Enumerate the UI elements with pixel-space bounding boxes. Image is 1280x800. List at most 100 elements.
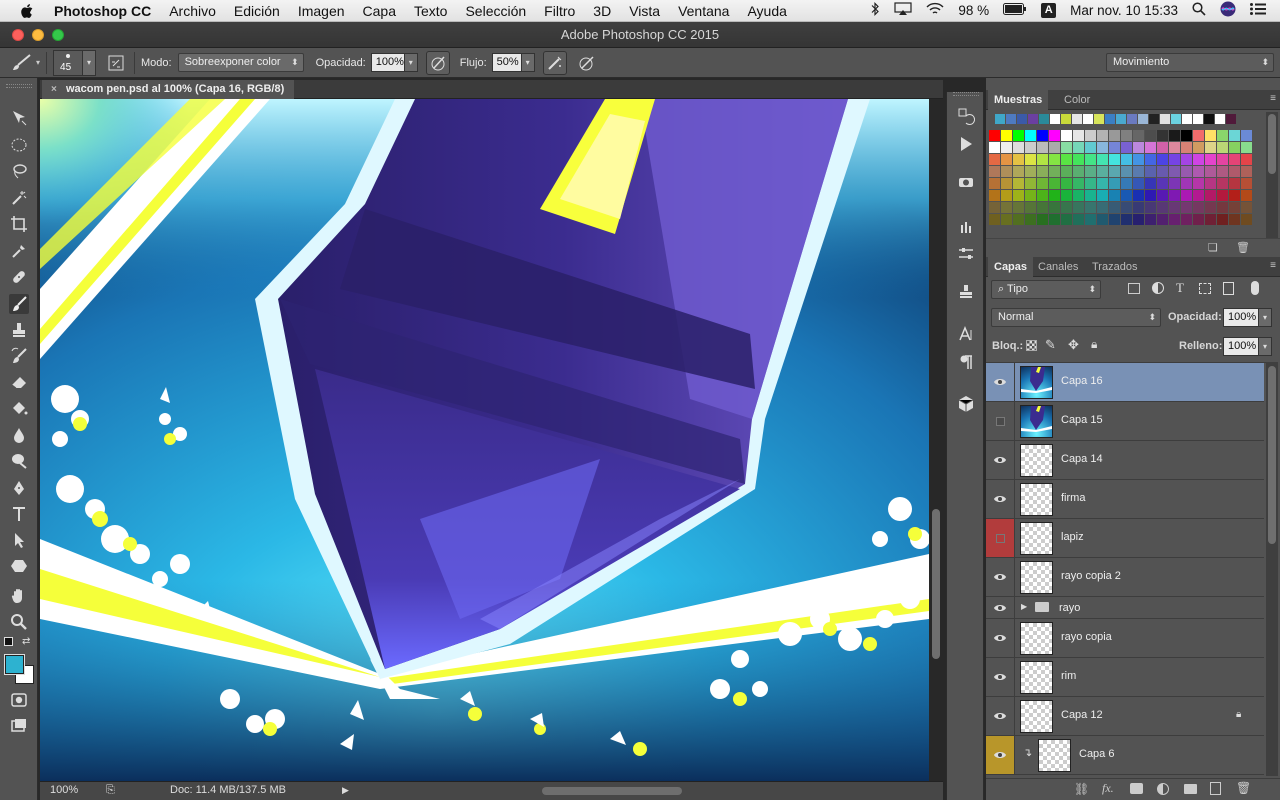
siri-icon[interactable] [1220,1,1236,20]
swatch[interactable] [1073,178,1084,189]
swatch[interactable] [1037,190,1048,201]
battery-icon[interactable] [1003,3,1027,18]
swatch[interactable] [1109,142,1120,153]
visibility-eye-icon[interactable] [986,363,1015,401]
visibility-eye-icon[interactable] [986,480,1015,518]
recent-swatch[interactable] [1028,114,1038,124]
healing-brush-tool[interactable] [9,267,29,287]
swap-colors-icon[interactable]: ⇄ [22,636,30,647]
recent-swatch[interactable] [1204,114,1214,124]
recent-swatch[interactable] [1138,114,1148,124]
swatch[interactable] [1073,166,1084,177]
zoom-window-button[interactable] [52,29,64,41]
swatch[interactable] [1013,190,1024,201]
swatch[interactable] [1241,202,1252,213]
eyedropper-tool[interactable] [9,241,29,261]
layer-style-fx-icon[interactable]: fx. [1102,781,1114,796]
swatch[interactable] [1181,214,1192,225]
swatch[interactable] [1037,154,1048,165]
lock-transparent-pixels-icon[interactable] [1026,340,1037,351]
brush-panel-toggle[interactable] [104,51,128,75]
expand-group-icon[interactable]: ▶ [1021,602,1027,611]
delete-layer-icon[interactable]: 🗑 [1236,781,1251,795]
brush-tool-preset-picker[interactable]: ▾ [10,53,40,73]
swatch[interactable] [1181,142,1192,153]
swatch[interactable] [989,142,1000,153]
blur-tool[interactable] [9,425,29,445]
quick-mask-button[interactable] [9,690,29,710]
layer-row[interactable]: Capa 14 [986,441,1264,480]
pen-tool[interactable] [9,478,29,498]
brush-size-dropdown[interactable]: ▾ [83,49,97,76]
swatch[interactable] [1025,154,1036,165]
layer-filter-dropdown[interactable]: ⌕ Tipo [991,280,1101,299]
swatch[interactable] [1025,166,1036,177]
swatch[interactable] [1085,190,1096,201]
layer-row[interactable]: rim [986,658,1264,697]
swatch[interactable] [1109,190,1120,201]
doc-size-info[interactable]: Doc: 11.4 MB/137.5 MB [170,784,286,796]
visibility-off-box[interactable] [986,402,1015,440]
swatch[interactable] [1145,190,1156,201]
swatch[interactable] [1013,214,1024,225]
swatch[interactable] [1013,142,1024,153]
swatch[interactable] [1193,166,1204,177]
swatch[interactable] [1181,166,1192,177]
swatch[interactable] [1205,166,1216,177]
visibility-eye-icon[interactable] [986,736,1015,774]
marquee-tool[interactable] [9,135,29,155]
swatch[interactable] [1049,154,1060,165]
lock-image-pixels-icon[interactable]: ✎ [1045,337,1056,353]
filter-adjustment-icon[interactable] [1152,282,1164,294]
swatch[interactable] [1169,142,1180,153]
swatch[interactable] [1133,178,1144,189]
layer-opacity-slider-toggle[interactable]: ▾ [1259,308,1272,327]
shape-tool[interactable] [9,556,29,576]
hand-tool[interactable] [9,586,29,606]
swatch[interactable] [1133,154,1144,165]
swatch[interactable] [1193,142,1204,153]
adjustments-icon[interactable] [956,244,976,264]
swatch[interactable] [1085,154,1096,165]
swatch[interactable] [1061,154,1072,165]
swatch[interactable] [1169,214,1180,225]
pressure-size-button[interactable] [575,51,599,75]
new-adjustment-layer-icon[interactable] [1157,783,1169,795]
filter-smart-object-icon[interactable] [1223,282,1234,295]
menu-edicion[interactable]: Edición [234,3,280,19]
swatch[interactable] [1013,154,1024,165]
flow-slider-toggle[interactable]: ▾ [521,53,535,72]
layer-row[interactable]: Capa 12 🔒︎ [986,697,1264,736]
layer-row[interactable]: Capa 16 [986,363,1264,402]
swatch[interactable] [1061,142,1072,153]
swatch[interactable] [1229,154,1240,165]
swatch[interactable] [1049,166,1060,177]
swatch[interactable] [1229,166,1240,177]
blend-mode-dropdown[interactable]: Normal [991,308,1161,327]
layer-row[interactable]: lapiz [986,519,1264,558]
3d-panel-icon[interactable] [956,172,976,192]
dodge-tool[interactable] [9,451,29,471]
path-selection-tool[interactable] [9,530,29,550]
layer-opacity-field[interactable]: 100% [1223,308,1259,327]
swatch[interactable] [1109,214,1120,225]
swatch[interactable] [1037,202,1048,213]
recent-swatch[interactable] [1072,114,1082,124]
swatch[interactable] [1049,142,1060,153]
recent-swatch[interactable] [1182,114,1192,124]
apple-icon[interactable] [18,3,38,19]
swatch[interactable] [1241,154,1252,165]
swatch[interactable] [1049,130,1060,141]
recent-swatch[interactable] [1215,114,1225,124]
pressure-opacity-button[interactable] [425,50,450,75]
magic-wand-tool[interactable] [9,188,29,208]
swatch[interactable] [1217,190,1228,201]
layers-scrollbar[interactable] [1266,362,1278,776]
swatch[interactable] [1241,190,1252,201]
swatch[interactable] [1121,154,1132,165]
swatch[interactable] [1037,178,1048,189]
swatch[interactable] [1121,202,1132,213]
swatch[interactable] [1217,130,1228,141]
swatch[interactable] [1025,202,1036,213]
add-mask-icon[interactable] [1130,783,1143,794]
